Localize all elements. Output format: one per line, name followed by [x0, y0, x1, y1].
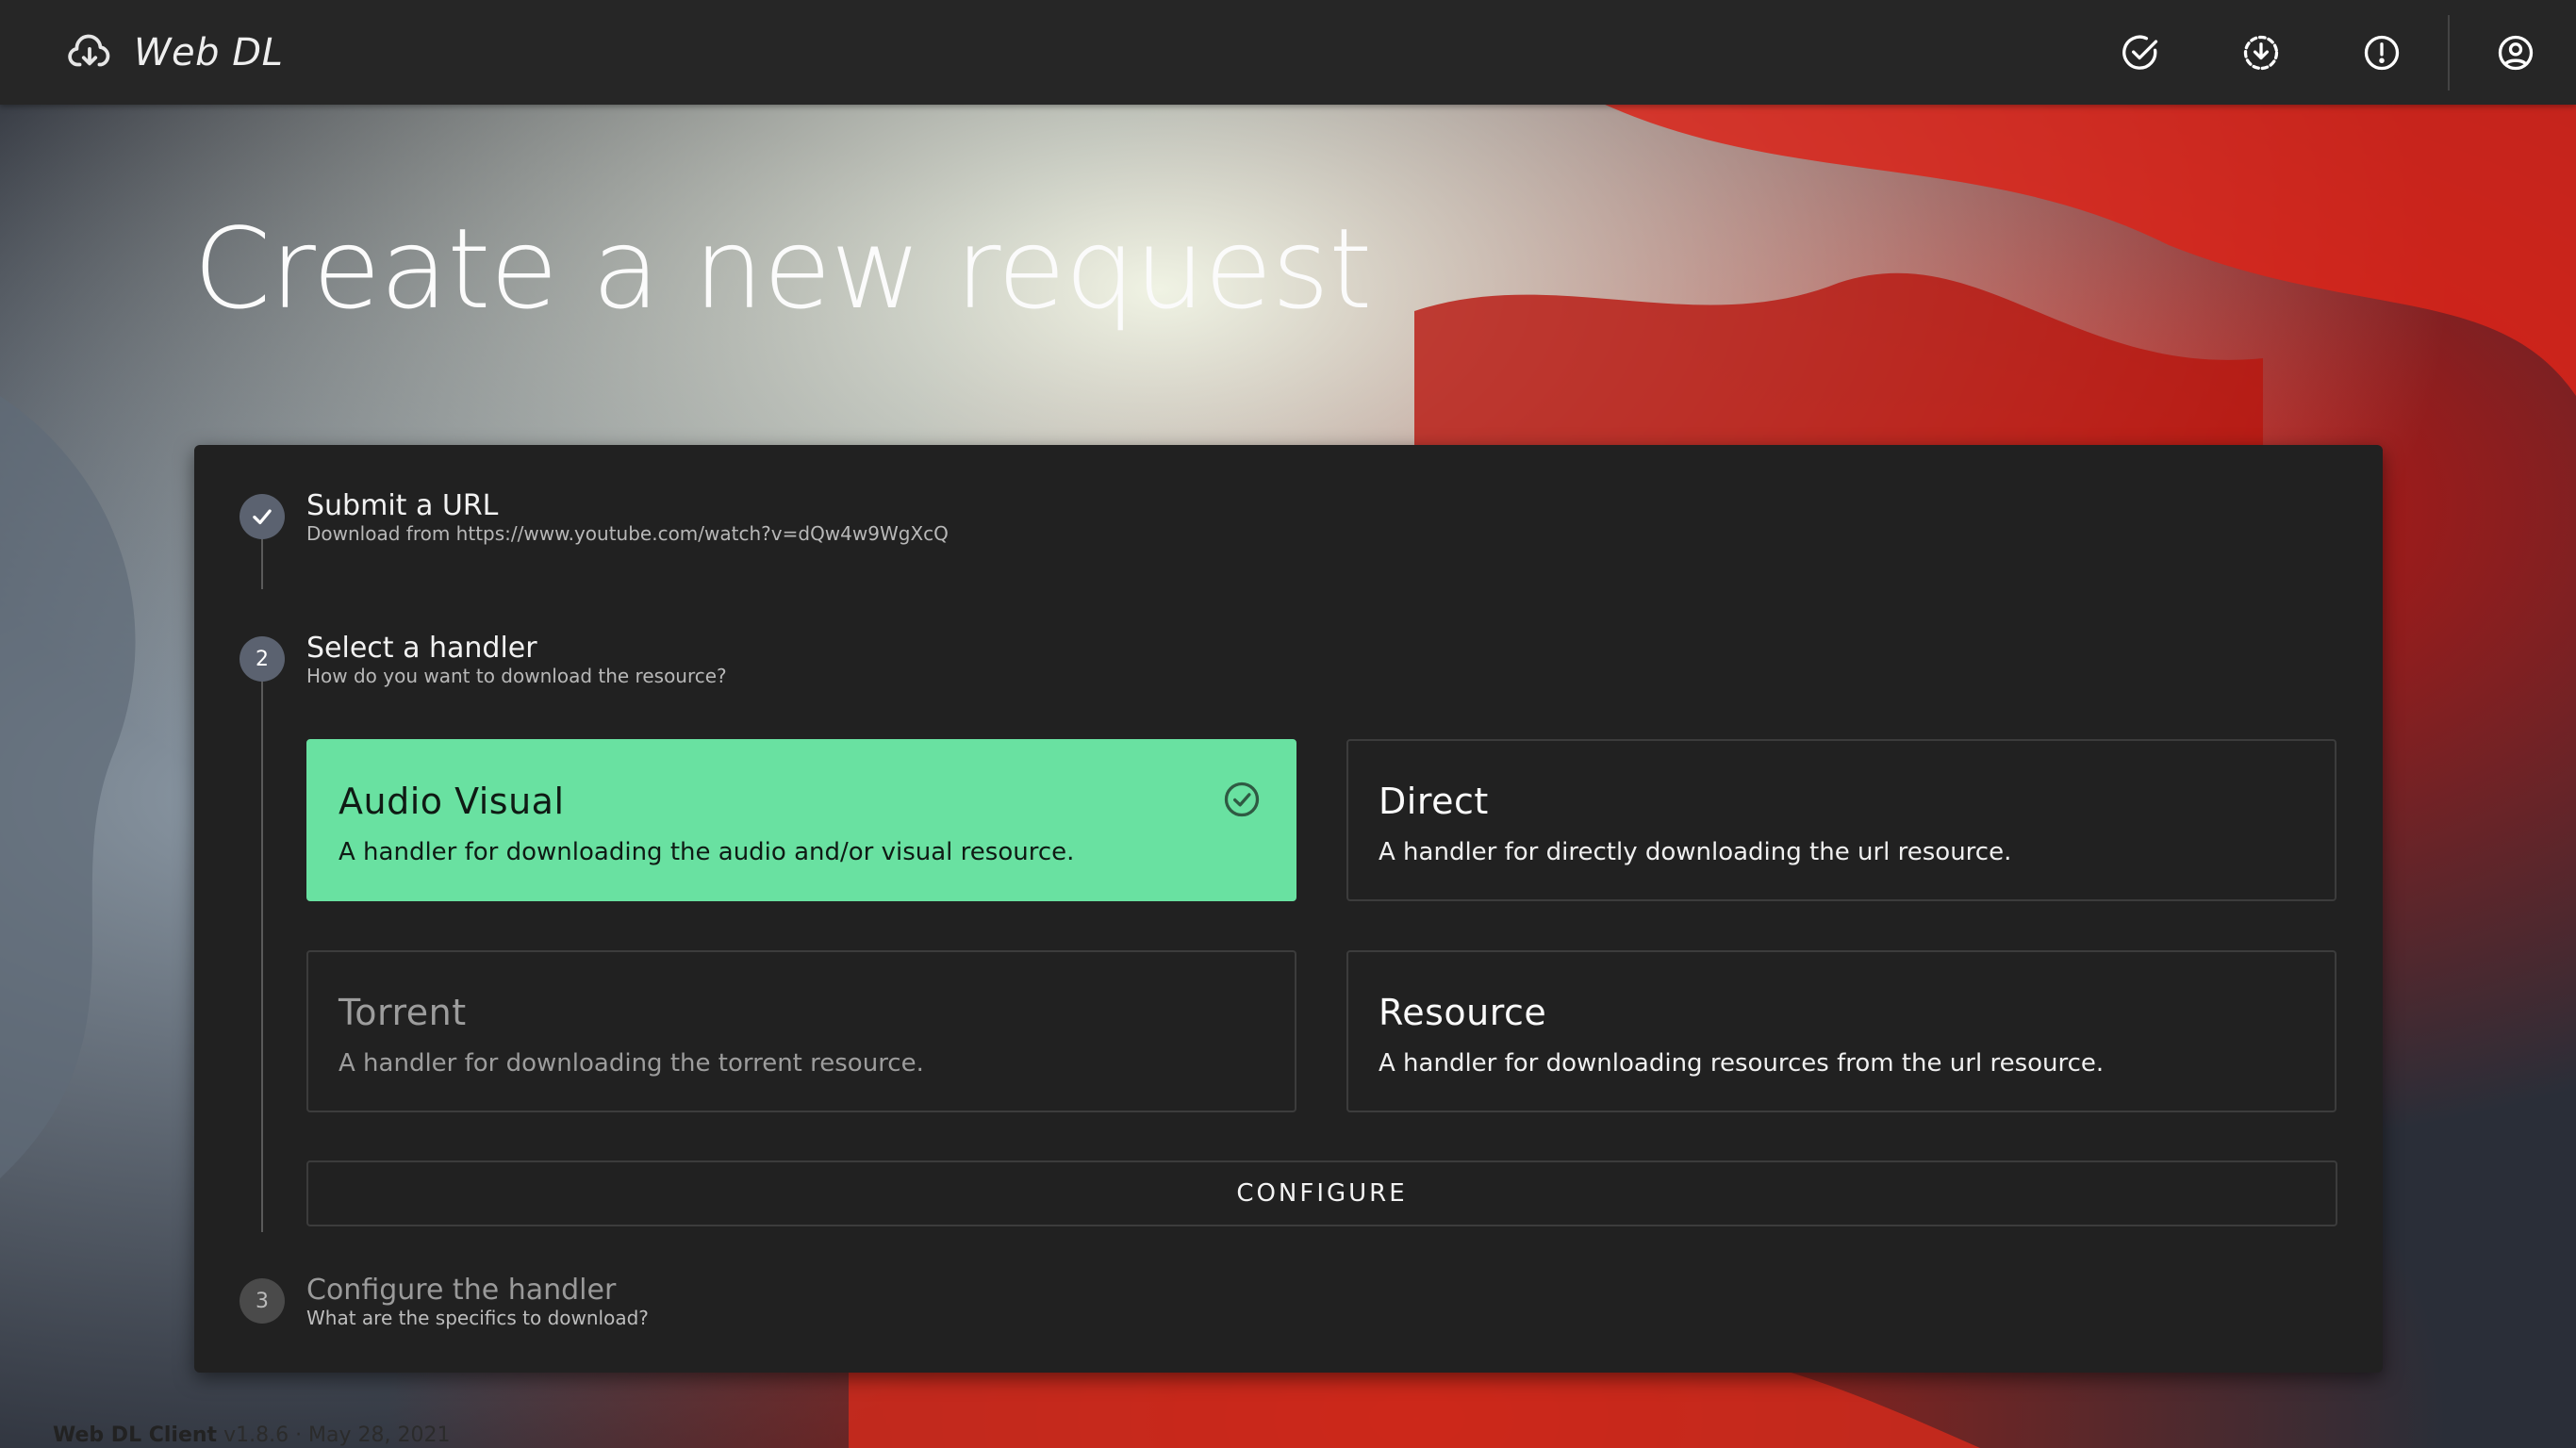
handler-description: A handler for downloading the torrent re…: [339, 1049, 924, 1078]
handler-title: Resource: [1379, 992, 1547, 1033]
handler-title: Audio Visual: [339, 781, 565, 822]
alert-circle-icon: [2364, 35, 2400, 70]
account-button[interactable]: [2455, 0, 2576, 105]
handler-direct[interactable]: Direct A handler for directly downloadin…: [1346, 739, 2337, 901]
handler-torrent: Torrent A handler for downloading the to…: [306, 950, 1296, 1112]
check-circle-icon: [2122, 35, 2158, 70]
app-bar-divider: [2448, 14, 2450, 90]
step-2-title[interactable]: Select a handler: [306, 632, 537, 665]
completed-button[interactable]: [2080, 0, 2201, 105]
account-circle-icon: [2498, 35, 2534, 70]
handler-description: A handler for downloading resources from…: [1379, 1049, 2105, 1078]
errors-button[interactable]: [2321, 0, 2442, 105]
check-icon: [253, 509, 272, 525]
handler-audio-visual[interactable]: Audio Visual A handler for downloading t…: [306, 739, 1296, 901]
step-1-title[interactable]: Submit a URL: [306, 489, 498, 522]
configure-button[interactable]: CONFIGURE: [306, 1160, 2337, 1226]
app-bar: Web DL: [0, 0, 2576, 105]
step-1-complete-indicator: [239, 494, 285, 539]
handler-resource[interactable]: Resource A handler for downloading resou…: [1346, 950, 2337, 1112]
downloads-button[interactable]: [2201, 0, 2321, 105]
check-circle-icon: [1224, 782, 1260, 817]
handler-description: A handler for downloading the audio and/…: [339, 838, 1075, 866]
handler-description: A handler for directly downloading the u…: [1379, 838, 2012, 866]
handler-title: Torrent: [339, 992, 467, 1033]
step-1-subtitle: Download from https://www.youtube.com/wa…: [306, 522, 949, 545]
footer-version: v1.8.6 · May 28, 2021: [223, 1423, 451, 1447]
stepper-connector: [261, 681, 263, 1232]
app-bar-actions: [2080, 0, 2576, 105]
cloud-download-icon: [68, 34, 110, 66]
step-3-number: 3: [239, 1278, 285, 1324]
handler-title: Direct: [1379, 781, 1489, 822]
stepper-connector: [261, 537, 263, 589]
step-3-title[interactable]: Configure the handler: [306, 1274, 616, 1307]
step-3-subtitle: What are the specifics to download?: [306, 1307, 649, 1329]
download-circle-icon: [2243, 35, 2279, 70]
request-stepper: Submit a URL Download from https://www.y…: [194, 445, 2383, 1373]
brand[interactable]: Web DL: [66, 0, 283, 105]
footer: Web DL Client v1.8.6 · May 28, 2021: [53, 1423, 451, 1447]
app-name: Web DL: [134, 30, 284, 74]
page-title: Create a new request: [193, 204, 1372, 334]
step-2-subtitle: How do you want to download the resource…: [306, 665, 727, 687]
step-2-number: 2: [239, 636, 285, 682]
footer-client-name: Web DL Client: [53, 1423, 218, 1447]
